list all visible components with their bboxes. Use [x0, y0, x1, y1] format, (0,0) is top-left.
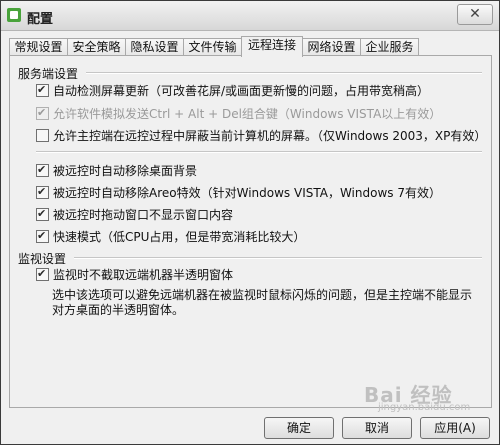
option-label: 被远控时自动移除Areo特效（针对Windows VISTA，Windows 7…	[53, 186, 441, 200]
ok-button[interactable]: 确定	[264, 417, 334, 439]
option-label: 监视时不截取远端机器半透明窗体	[53, 268, 234, 282]
checkbox[interactable]	[36, 129, 49, 142]
remote-connection-panel: 服务端设置 自动检测屏幕更新（可改善花屏/或画面更新慢的问题，占用带宽稍高） 允…	[9, 55, 492, 408]
tab-remote-connection[interactable]: 远程连接	[241, 36, 303, 57]
checkbox	[36, 105, 49, 121]
monitor-section-title: 监视设置	[18, 252, 67, 266]
tab-file-transfer[interactable]: 文件传输	[183, 38, 242, 56]
option-label: 被远控时拖动窗口不显示窗口内容	[53, 208, 234, 222]
checkbox[interactable]	[36, 82, 49, 98]
checkbox[interactable]	[36, 184, 49, 200]
option-label: 自动检测屏幕更新（可改善花屏/或画面更新慢的问题，占用带宽稍高）	[53, 84, 430, 98]
cancel-button[interactable]: 取消	[342, 417, 412, 439]
tab-enterprise[interactable]: 企业服务	[360, 38, 419, 56]
option-label: 允许软件模拟发送Ctrl + Alt + Del组合键（Windows VIST…	[53, 107, 442, 121]
checkbox[interactable]	[36, 162, 49, 178]
divider	[86, 72, 482, 74]
window-title: 配置	[27, 12, 54, 27]
server-section-title: 服务端设置	[18, 67, 79, 81]
option-label: 允许主控端在远控过程中屏蔽当前计算机的屏幕。（仅Windows 2003，XP有…	[53, 129, 487, 143]
baidu-watermark: Bai 经验 jingyan.baidu.com	[364, 379, 474, 415]
title-bar: 配置 ✕	[1, 1, 499, 31]
monitor-description-line-1: 选中该选项可以避免远端机器在被监视时鼠标闪烁的问题，但是主控端不能显示	[52, 288, 473, 302]
monitor-description-line-2: 对方桌面的半透明窗体。	[52, 303, 185, 317]
checkbox[interactable]	[36, 206, 49, 222]
tab-network[interactable]: 网络设置	[302, 38, 361, 56]
tab-privacy[interactable]: 隐私设置	[125, 38, 184, 56]
app-icon	[7, 8, 21, 22]
close-button[interactable]: ✕	[457, 4, 493, 25]
divider	[36, 151, 482, 153]
divider	[74, 257, 482, 259]
apply-button[interactable]: 应用(A)	[420, 417, 490, 439]
checkbox[interactable]	[36, 228, 49, 244]
checkbox[interactable]	[36, 266, 49, 282]
option-label: 被远控时自动移除桌面背景	[53, 164, 198, 178]
tab-security-policy[interactable]: 安全策略	[67, 38, 126, 56]
config-dialog: 配置 ✕ 常规设置 安全策略 隐私设置 文件传输 远程连接 网络设置 企业服务 …	[0, 0, 500, 445]
tab-general[interactable]: 常规设置	[9, 38, 68, 56]
option-label: 快速模式（低CPU占用，但是带宽消耗比较大）	[53, 230, 306, 244]
watermark-url: jingyan.baidu.com	[378, 402, 471, 413]
